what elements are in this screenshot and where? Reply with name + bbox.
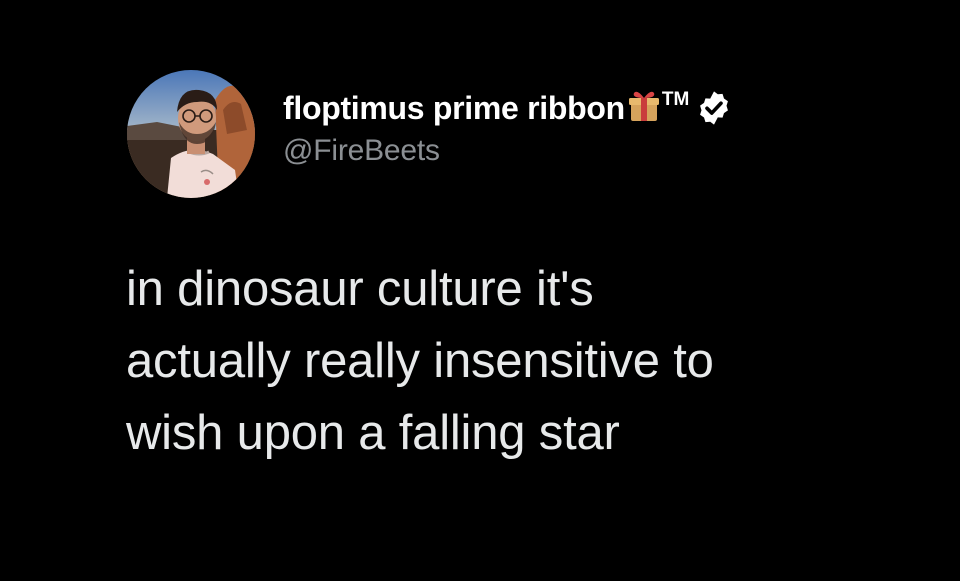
tweet-card: floptimus prime ribbon TM @FireBeets in … — [0, 0, 960, 581]
tweet-author: floptimus prime ribbon TM @FireBeets — [283, 84, 733, 184]
display-name[interactable]: floptimus prime ribbon — [283, 90, 625, 127]
tweet-text-line: in dinosaur culture it's — [126, 262, 594, 316]
trademark-label: TM — [661, 89, 690, 110]
tweet-text-line: wish upon a falling star — [126, 406, 620, 460]
tweet-text-line: actually really insensitive to — [126, 334, 714, 388]
user-handle[interactable]: @FireBeets — [283, 134, 733, 168]
wrapped-gift-icon — [627, 89, 661, 123]
tweet-text: in dinosaur culture it's actually really… — [126, 253, 926, 469]
verified-badge-icon[interactable] — [695, 89, 733, 127]
avatar-photo — [127, 70, 255, 198]
avatar[interactable] — [127, 70, 255, 198]
name-row: floptimus prime ribbon TM — [283, 84, 733, 132]
